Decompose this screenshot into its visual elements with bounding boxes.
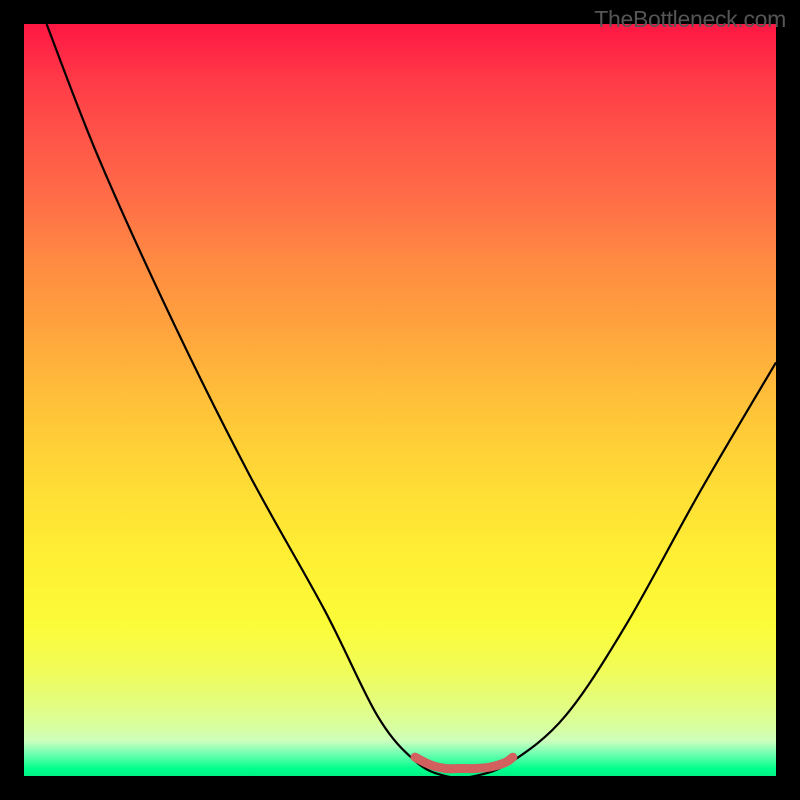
optimal-zone-marker xyxy=(415,757,513,769)
plot-area xyxy=(24,24,776,776)
chart-svg xyxy=(24,24,776,776)
bottleneck-curve xyxy=(47,24,776,776)
watermark-text: TheBottleneck.com xyxy=(594,6,786,33)
